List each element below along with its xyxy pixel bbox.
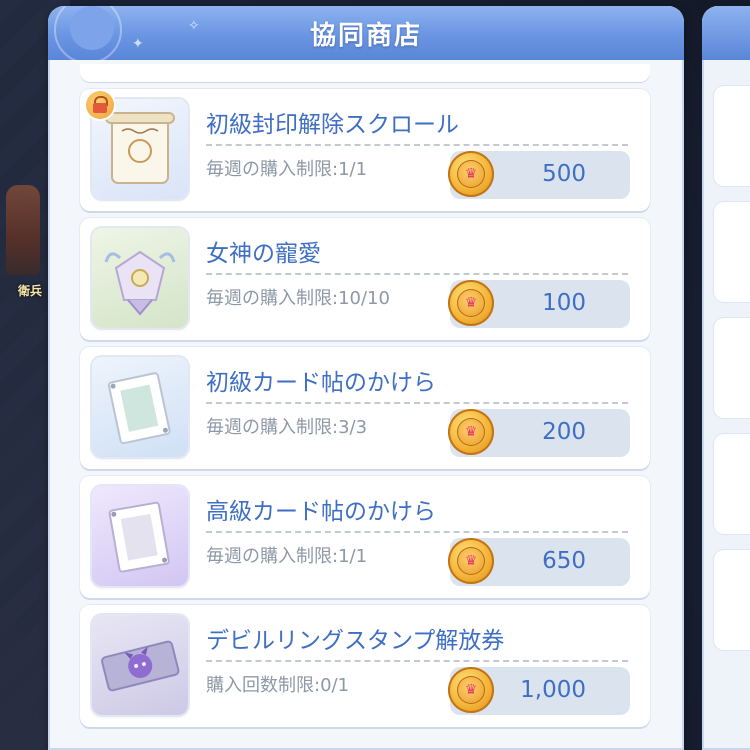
sparkle-icon: ✧ bbox=[188, 18, 200, 34]
item-thumbnail[interactable] bbox=[92, 357, 188, 457]
buy-button[interactable]: ♛ 100 bbox=[448, 280, 630, 328]
buy-button[interactable]: ♛ 650 bbox=[448, 538, 630, 586]
item-name: 女神の寵愛 bbox=[206, 241, 321, 267]
adjacent-card bbox=[714, 318, 750, 418]
shop-item-row[interactable]: デビルリングスタンプ解放券 購入回数制限:0/1 ♛ 1,000 bbox=[80, 605, 650, 727]
item-thumbnail[interactable] bbox=[92, 486, 188, 586]
item-thumbnail[interactable] bbox=[92, 615, 188, 715]
buy-button[interactable]: ♛ 200 bbox=[448, 409, 630, 457]
item-name: デビルリングスタンプ解放券 bbox=[206, 628, 505, 654]
item-price: 500 bbox=[542, 161, 586, 187]
shop-item-row[interactable]: 高級カード帖のかけら 毎週の購入制限:1/1 ♛ 650 bbox=[80, 476, 650, 598]
crown-coin-icon: ♛ bbox=[448, 409, 494, 455]
moon-ornament-icon bbox=[54, 6, 122, 64]
buy-button[interactable]: ♛ 500 bbox=[448, 151, 630, 199]
item-thumbnail[interactable] bbox=[92, 228, 188, 328]
adjacent-card bbox=[714, 202, 750, 302]
adjacent-card bbox=[714, 550, 750, 650]
purchase-limit: 購入回数制限:0/1 bbox=[206, 675, 350, 696]
crown-coin-icon: ♛ bbox=[448, 538, 494, 584]
divider bbox=[206, 144, 628, 146]
item-price: 100 bbox=[542, 290, 586, 316]
npc-guard-figure bbox=[6, 185, 40, 275]
adjacent-panel bbox=[702, 6, 750, 750]
purchase-limit: 毎週の購入制限:10/10 bbox=[206, 288, 390, 309]
item-name: 初級封印解除スクロール bbox=[206, 112, 459, 138]
purchase-limit: 毎週の購入制限:1/1 bbox=[206, 546, 368, 567]
adjacent-panel-header bbox=[702, 6, 750, 60]
item-price: 1,000 bbox=[520, 677, 586, 703]
crown-coin-icon: ♛ bbox=[448, 667, 494, 713]
npc-name-label: 衛兵 bbox=[18, 284, 43, 298]
shop-item-row[interactable]: 初級封印解除スクロール 毎週の購入制限:1/1 ♛ 500 bbox=[80, 89, 650, 211]
divider bbox=[206, 531, 628, 533]
divider bbox=[206, 660, 628, 662]
shop-header: ✦ ✧ 協同商店 bbox=[48, 6, 684, 64]
card-fragment-purple-icon bbox=[108, 501, 170, 573]
purchase-limit: 毎週の購入制限:1/1 bbox=[206, 159, 368, 180]
goddess-favor-icon bbox=[104, 250, 176, 316]
item-name: 初級カード帖のかけら bbox=[206, 370, 436, 396]
buy-button[interactable]: ♛ 1,000 bbox=[448, 667, 630, 715]
shop-item-row[interactable]: 初級カード帖のかけら 毎週の購入制限:3/3 ♛ 200 bbox=[80, 347, 650, 469]
lock-icon bbox=[86, 91, 114, 119]
purchase-limit: 毎週の購入制限:3/3 bbox=[206, 417, 368, 438]
item-name: 高級カード帖のかけら bbox=[206, 499, 436, 525]
shop-title: 協同商店 bbox=[309, 20, 422, 51]
divider bbox=[206, 273, 628, 275]
item-price: 200 bbox=[542, 419, 586, 445]
crown-coin-icon: ♛ bbox=[448, 151, 494, 197]
item-price: 650 bbox=[542, 548, 586, 574]
divider bbox=[206, 402, 628, 404]
sparkle-icon: ✦ bbox=[132, 36, 144, 52]
shop-item-row[interactable]: 女神の寵愛 毎週の購入制限:10/10 ♛ 100 bbox=[80, 218, 650, 340]
shop-item-list[interactable]: 初級封印解除スクロール 毎週の購入制限:1/1 ♛ 500 女神の寵愛 毎週の購… bbox=[80, 64, 650, 727]
shop-panel: ✦ ✧ 協同商店 初級封印解除スクロール 毎週の購入制限:1/1 ♛ 500 女… bbox=[48, 6, 684, 750]
devil-ticket-icon bbox=[101, 640, 180, 692]
crown-coin-icon: ♛ bbox=[448, 280, 494, 326]
adjacent-card bbox=[714, 434, 750, 534]
card-fragment-icon bbox=[107, 372, 171, 445]
previous-item-stub bbox=[80, 64, 650, 82]
adjacent-card bbox=[714, 86, 750, 186]
